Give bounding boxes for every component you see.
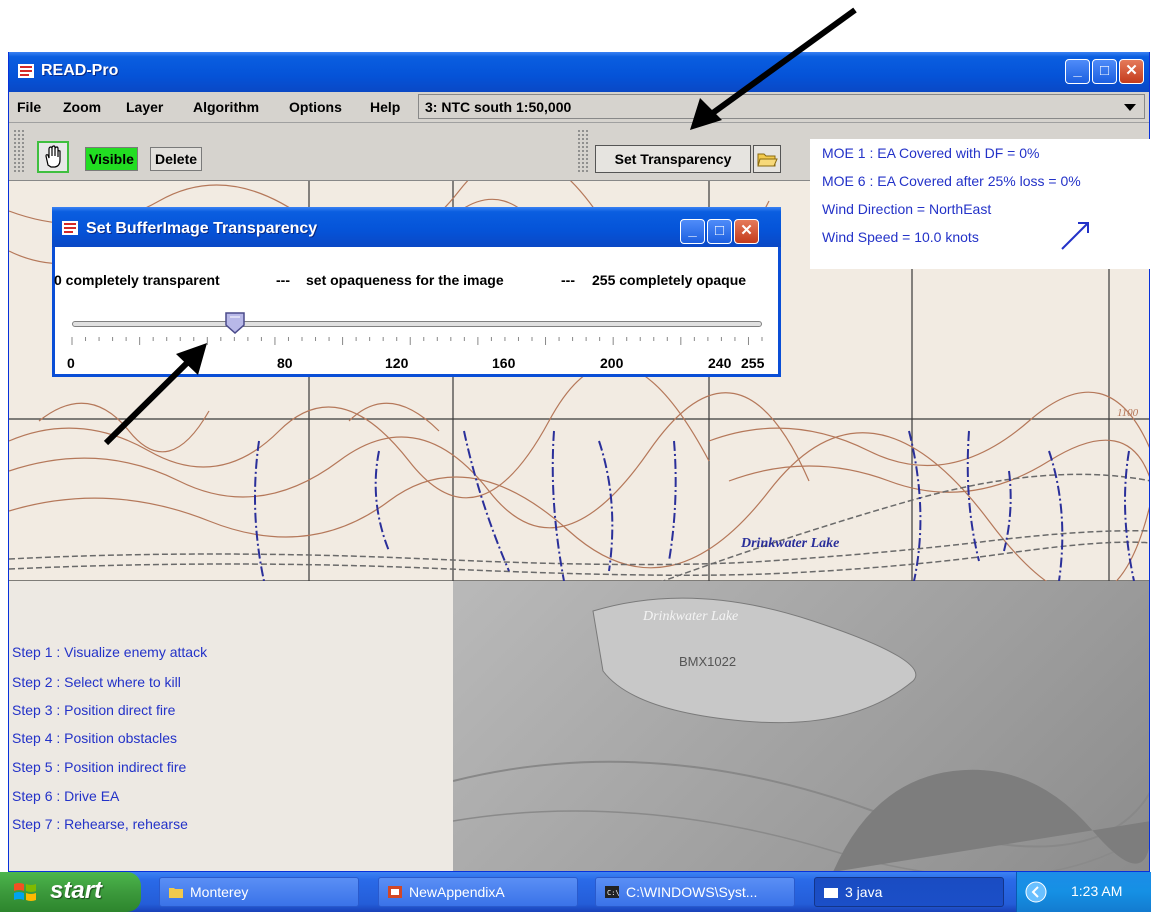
map-lake-label: Drinkwater Lake — [741, 536, 840, 551]
window-title: READ-Pro — [41, 62, 119, 79]
wind-direction-text: Wind Direction = NorthEast — [822, 201, 992, 217]
task-java[interactable]: 3 java — [814, 877, 1004, 907]
task-label-monterey: Monterey — [190, 884, 249, 900]
layer-select-value: 3: NTC south 1:50,000 — [425, 99, 572, 115]
step-5[interactable]: Step 5 : Position indirect fire — [12, 759, 186, 775]
app-icon — [18, 64, 34, 78]
chevron-left-icon[interactable] — [1025, 881, 1047, 903]
dialog-app-icon — [62, 221, 78, 235]
dialog-title: Set BufferImage Transparency — [86, 220, 318, 237]
menu-bar: File Zoom Layer Algorithm Options Help 3… — [9, 92, 1149, 123]
desc-middle: set opaqueness for the image — [306, 272, 504, 288]
aerial-photo-layer: Drinkwater Lake BMX1022 — [453, 581, 1149, 871]
menu-file[interactable]: File — [17, 99, 41, 115]
chevron-down-icon[interactable] — [1124, 104, 1136, 111]
desc-separator-2: --- — [561, 272, 575, 288]
task-label-cmd: C:\WINDOWS\Syst... — [626, 884, 758, 900]
title-bar[interactable]: READ-Pro _ □ ✕ — [9, 52, 1149, 92]
contour-elevation-label: 1100 — [1117, 407, 1139, 419]
dialog-body: 0 completely transparent --- set opaquen… — [54, 247, 778, 374]
folder-icon — [757, 153, 778, 167]
maximize-button[interactable]: □ — [1092, 59, 1117, 84]
powerpoint-icon — [388, 886, 402, 898]
toolbar-grip-2[interactable] — [577, 129, 589, 173]
photo-lake-label: Drinkwater Lake — [643, 609, 739, 624]
desc-transparent: 0 completely transparent — [54, 272, 220, 288]
task-label-java: 3 java — [845, 884, 883, 900]
moe-info-panel: MOE 1 : EA Covered with DF = 0% MOE 6 : … — [810, 139, 1150, 269]
delete-button[interactable]: Delete — [150, 147, 203, 171]
console-icon: C:\ — [605, 886, 620, 898]
start-button[interactable]: start — [0, 872, 141, 912]
svg-text:C:\: C:\ — [607, 889, 620, 897]
windows-logo-icon — [14, 883, 36, 901]
opacity-slider-thumb[interactable] — [224, 311, 246, 335]
window-group-icon — [824, 888, 838, 898]
set-transparency-button[interactable]: Set Transparency — [595, 145, 751, 173]
moe6-text: MOE 6 : EA Covered after 25% loss = 0% — [822, 173, 1081, 189]
tick-label-80: 80 — [277, 355, 293, 371]
transparency-dialog: Set BufferImage Transparency _ □ ✕ 0 com… — [52, 207, 781, 377]
toolbar-grip[interactable] — [13, 129, 25, 173]
aerial-photo-detail — [453, 597, 1149, 871]
dialog-maximize-button[interactable]: □ — [707, 219, 732, 244]
tick-label-240: 240 — [708, 355, 732, 371]
maximize-icon: □ — [1099, 62, 1110, 79]
step-7[interactable]: Step 7 : Rehearse, rehearse — [12, 816, 188, 832]
minimize-icon: _ — [1073, 62, 1082, 79]
folder-icon — [169, 888, 183, 898]
close-icon: ✕ — [1125, 62, 1138, 79]
step-1[interactable]: Step 1 : Visualize enemy attack — [12, 644, 207, 660]
moe1-text: MOE 1 : EA Covered with DF = 0% — [822, 145, 1040, 161]
step-3[interactable]: Step 3 : Position direct fire — [12, 702, 175, 718]
wind-arrow-icon — [1061, 222, 1089, 250]
close-button[interactable]: ✕ — [1119, 59, 1144, 84]
maximize-icon: □ — [714, 222, 725, 239]
minimize-button[interactable]: _ — [1065, 59, 1090, 84]
tick-label-160: 160 — [492, 355, 516, 371]
start-label: start — [50, 877, 103, 904]
tick-label-0: 0 — [67, 355, 75, 371]
desc-separator-1: --- — [276, 272, 290, 288]
menu-options[interactable]: Options — [289, 99, 342, 115]
step-2[interactable]: Step 2 : Select where to kill — [12, 674, 181, 690]
visible-button[interactable]: Visible — [85, 147, 138, 171]
benchmark-label: BMX1022 — [679, 654, 737, 669]
clock: 1:23 AM — [1071, 883, 1123, 899]
tick-label-200: 200 — [600, 355, 624, 371]
dialog-title-bar[interactable]: Set BufferImage Transparency _ □ ✕ — [52, 207, 781, 247]
dialog-minimize-button[interactable]: _ — [680, 219, 705, 244]
wind-speed-text: Wind Speed = 10.0 knots — [822, 229, 979, 245]
task-label-newappendixa: NewAppendixA — [409, 884, 505, 900]
desc-opaque: 255 completely opaque — [592, 272, 747, 288]
dialog-close-button[interactable]: ✕ — [734, 219, 759, 244]
layer-select[interactable]: 3: NTC south 1:50,000 — [418, 94, 1145, 119]
menu-layer[interactable]: Layer — [126, 99, 163, 115]
hand-icon — [45, 145, 61, 168]
system-tray: 1:23 AM — [1016, 872, 1151, 912]
open-folder-button[interactable] — [753, 145, 781, 173]
close-icon: ✕ — [740, 222, 753, 239]
tick-label-255: 255 — [741, 355, 765, 371]
menu-zoom[interactable]: Zoom — [63, 99, 101, 115]
tick-label-120: 120 — [385, 355, 409, 371]
task-newappendixa[interactable]: NewAppendixA — [378, 877, 578, 907]
opacity-slider-track[interactable] — [72, 321, 762, 327]
menu-help[interactable]: Help — [370, 99, 400, 115]
task-monterey[interactable]: Monterey — [159, 877, 359, 907]
pan-hand-button[interactable] — [37, 141, 69, 173]
minimize-icon: _ — [688, 222, 697, 239]
slider-ticks — [71, 337, 763, 345]
step-4[interactable]: Step 4 : Position obstacles — [12, 730, 177, 746]
taskbar: start Monterey NewAppendixA C:\ C:\WINDO… — [0, 872, 1151, 912]
menu-algorithm[interactable]: Algorithm — [193, 99, 259, 115]
task-cmd[interactable]: C:\ C:\WINDOWS\Syst... — [595, 877, 795, 907]
step-6[interactable]: Step 6 : Drive EA — [12, 788, 119, 804]
